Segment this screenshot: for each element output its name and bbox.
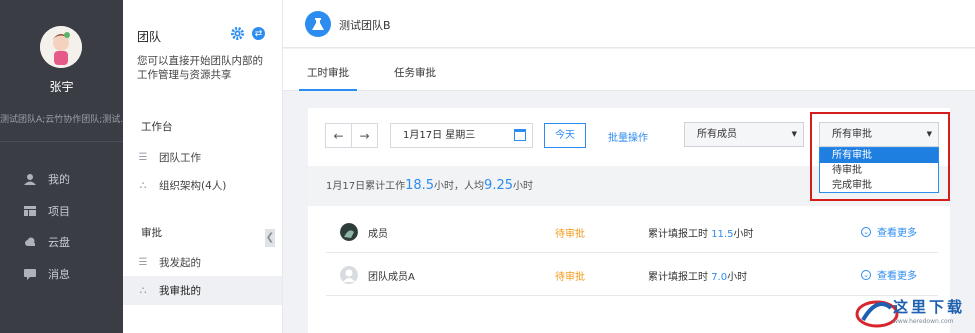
nav-item-label: 我的 bbox=[48, 173, 70, 186]
hours-label: 累计填报工时 bbox=[648, 272, 708, 283]
date-picker[interactable]: 1月17日 星期三 bbox=[390, 123, 533, 148]
chevron-down-icon: ⌄ bbox=[861, 226, 871, 237]
sidebar-item-my-approvals[interactable]: ⛬ 我审批的 bbox=[123, 276, 282, 305]
sidebar-description: 您可以直接开始团队内部的工作管理与资源共享 bbox=[137, 55, 263, 81]
nav-item-label: 云盘 bbox=[48, 236, 70, 249]
switch-icon[interactable]: ⇄ bbox=[252, 27, 265, 40]
hours-reported: 累计填报工时 7.0小时 bbox=[648, 268, 747, 283]
chevron-down-icon: ⌄ bbox=[861, 269, 871, 280]
hours-reported: 累计填报工时 11.5小时 bbox=[648, 225, 753, 240]
user-teams: 测试团队A;云竹协作团队;测试... bbox=[0, 115, 123, 125]
view-more-label: 查看更多 bbox=[877, 271, 917, 282]
view-more-link[interactable]: ⌄ 查看更多 bbox=[861, 224, 917, 239]
nav-item-project[interactable]: 项目 bbox=[24, 202, 70, 220]
summary-suffix: 小时 bbox=[513, 181, 533, 192]
nav-item-message[interactable]: 消息 bbox=[24, 265, 70, 283]
nav-divider bbox=[0, 141, 123, 142]
team-name: 测试团队B bbox=[339, 19, 391, 32]
status-badge: 待审批 bbox=[555, 229, 585, 240]
gear-icon[interactable] bbox=[231, 27, 244, 40]
sidebar-item-initiated[interactable]: ☰ 我发起的 bbox=[137, 251, 277, 273]
approval-heading: 审批 bbox=[141, 227, 162, 239]
org-chart-icon: ⛬ bbox=[139, 285, 147, 296]
watermark-url: www.heredown.com bbox=[893, 318, 954, 325]
cloud-icon bbox=[25, 237, 35, 246]
batch-operation-link[interactable]: 批量操作 bbox=[608, 129, 648, 144]
watermark-text: 这里下载 bbox=[893, 298, 966, 316]
summary-mid: 小时，人均 bbox=[434, 181, 485, 192]
approval-status-dropdown: 所有审批 待审批 完成审批 bbox=[819, 147, 939, 193]
member-select[interactable]: 所有成员 ▼ bbox=[684, 122, 804, 147]
nav-item-cloud[interactable]: 云盘 bbox=[24, 233, 70, 251]
calendar-icon[interactable] bbox=[514, 129, 526, 141]
app-root: 张宇 测试团队A;云竹协作团队;测试... 我的 项目 云盘 消息 团队 ⇄ 您… bbox=[0, 0, 975, 333]
view-more-link[interactable]: ⌄ 查看更多 bbox=[861, 267, 917, 282]
summary-average: 9.25 bbox=[484, 178, 513, 193]
member-name: 成员 bbox=[368, 229, 388, 240]
avatar bbox=[340, 266, 358, 284]
hours-value: 11.5 bbox=[711, 229, 734, 240]
arrow-right-icon: → bbox=[359, 128, 370, 143]
sidebar-item-label: 团队工作 bbox=[159, 151, 201, 164]
user-avatar[interactable] bbox=[40, 26, 82, 68]
team-sidebar: 团队 ⇄ 您可以直接开始团队内部的工作管理与资源共享 工作台 ☰ 团队工作 ⛬ … bbox=[123, 0, 283, 333]
list-icon: ☰ bbox=[138, 151, 148, 163]
dropdown-option-all[interactable]: 所有审批 bbox=[820, 148, 938, 163]
workbench-heading: 工作台 bbox=[141, 121, 173, 133]
avatar bbox=[340, 223, 358, 241]
sidebar-item-label: 我发起的 bbox=[159, 256, 201, 269]
user-icon bbox=[24, 174, 36, 185]
member-select-value: 所有成员 bbox=[697, 129, 737, 140]
summary-prefix: 1月17日累计工作 bbox=[326, 181, 406, 192]
team-icon bbox=[305, 11, 331, 37]
primary-nav: 张宇 测试团队A;云竹协作团队;测试... 我的 项目 云盘 消息 bbox=[0, 0, 123, 333]
prev-day-button[interactable]: ← bbox=[325, 123, 352, 148]
hours-unit: 小时 bbox=[727, 272, 748, 283]
nav-item-label: 项目 bbox=[48, 205, 70, 218]
member-name: 团队成员A bbox=[368, 272, 415, 283]
project-icon bbox=[24, 206, 36, 216]
user-name: 张宇 bbox=[49, 80, 74, 94]
list-icon: ☰ bbox=[138, 256, 148, 268]
nav-item-mine[interactable]: 我的 bbox=[24, 170, 70, 188]
collapse-sidebar-icon[interactable]: ❮ bbox=[265, 229, 275, 247]
view-more-label: 查看更多 bbox=[877, 228, 917, 239]
message-icon bbox=[24, 269, 36, 280]
hours-label: 累计填报工时 bbox=[648, 229, 708, 240]
sidebar-title: 团队 bbox=[137, 30, 162, 44]
table-row: 团队成员A 待审批 累计填报工时 7.0小时 ⌄ 查看更多 bbox=[326, 253, 938, 296]
summary-total: 18.5 bbox=[405, 178, 435, 193]
dropdown-option-pending[interactable]: 待审批 bbox=[820, 163, 938, 178]
tab-task-approval[interactable]: 任务审批 bbox=[394, 65, 436, 80]
hours-unit: 小时 bbox=[733, 229, 754, 240]
sidebar-item-org-structure[interactable]: ⛬ 组织架构(4人) bbox=[137, 174, 277, 196]
team-header: 测试团队B bbox=[283, 0, 975, 48]
main-panel: 测试团队B 工时审批 任务审批 ← → 1月17日 星期三 今天 批量操作 所有… bbox=[283, 0, 975, 333]
dropdown-option-completed[interactable]: 完成审批 bbox=[820, 178, 938, 193]
tab-hours-approval[interactable]: 工时审批 bbox=[299, 65, 357, 91]
sidebar-item-label: 组织架构(4人) bbox=[159, 179, 227, 192]
today-button[interactable]: 今天 bbox=[544, 123, 586, 148]
arrow-left-icon: ← bbox=[333, 128, 344, 143]
org-chart-icon: ⛬ bbox=[139, 179, 147, 191]
date-value: 1月17日 星期三 bbox=[403, 130, 476, 141]
status-badge: 待审批 bbox=[555, 272, 585, 283]
sidebar-item-label: 我审批的 bbox=[159, 285, 201, 297]
table-row: 成员 待审批 累计填报工时 11.5小时 ⌄ 查看更多 bbox=[326, 210, 938, 253]
sidebar-item-team-work[interactable]: ☰ 团队工作 bbox=[137, 146, 277, 168]
hours-value: 7.0 bbox=[711, 272, 728, 283]
next-day-button[interactable]: → bbox=[351, 123, 378, 148]
nav-item-label: 消息 bbox=[48, 268, 70, 281]
tab-bar: 工时审批 任务审批 bbox=[283, 49, 975, 91]
sidebar-actions: ⇄ bbox=[231, 27, 265, 40]
caret-down-icon: ▼ bbox=[791, 130, 797, 138]
